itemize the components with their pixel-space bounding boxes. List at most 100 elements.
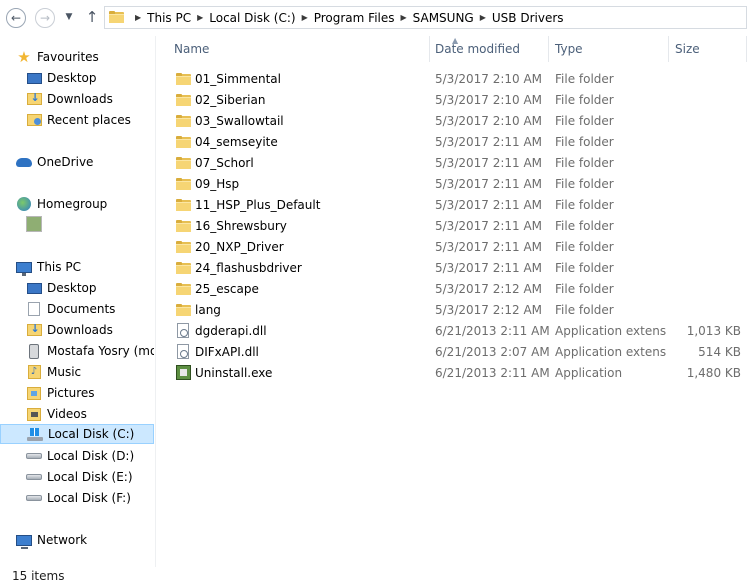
file-type: File folder bbox=[555, 302, 614, 317]
address-bar[interactable]: ▶ This PC ▶ Local Disk (C:) ▶ Program Fi… bbox=[104, 6, 747, 29]
file-name-cell[interactable]: DIFxAPI.dll bbox=[175, 341, 430, 362]
file-name-cell[interactable]: 25_escape bbox=[175, 278, 430, 299]
breadcrumb-this-pc[interactable]: This PC bbox=[147, 11, 191, 25]
chevron-down-icon: ▼ bbox=[65, 12, 73, 22]
nav-label: Favourites bbox=[37, 50, 99, 64]
column-header-size[interactable]: Size bbox=[658, 36, 738, 62]
nav-this-pc-pictures[interactable]: Pictures bbox=[26, 383, 95, 403]
file-row[interactable]: 20_NXP_Driver 5/3/2017 2:11 AM File folder bbox=[157, 236, 749, 257]
nav-homegroup[interactable]: Homegroup bbox=[16, 194, 107, 214]
nav-this-pc-videos[interactable]: Videos bbox=[26, 404, 87, 424]
file-name-cell[interactable]: 24_flashusbdriver bbox=[175, 257, 430, 278]
breadcrumb-samsung[interactable]: SAMSUNG bbox=[413, 11, 474, 25]
nav-this-pc[interactable]: This PC bbox=[16, 257, 81, 277]
nav-label: Network bbox=[37, 533, 88, 547]
nav-label: Local Disk (F:) bbox=[47, 491, 131, 505]
breadcrumb-separator-icon[interactable]: ▶ bbox=[302, 13, 308, 22]
file-row[interactable]: DIFxAPI.dll 6/21/2013 2:07 AM Application … bbox=[157, 341, 749, 362]
file-name: 16_Shrewsbury bbox=[195, 218, 287, 233]
file-row[interactable]: 04_semseyite 5/3/2017 2:11 AM File folder bbox=[157, 131, 749, 152]
breadcrumb-separator-icon[interactable]: ▶ bbox=[135, 13, 141, 22]
nav-homegroup-user[interactable] bbox=[26, 214, 47, 234]
column-divider[interactable] bbox=[746, 36, 747, 62]
column-header-name[interactable]: Name bbox=[157, 36, 429, 62]
nav-favourites-recent-places[interactable]: Recent places bbox=[26, 110, 131, 130]
up-button[interactable]: ↑ bbox=[84, 7, 100, 27]
breadcrumb-local-disk-c[interactable]: Local Disk (C:) bbox=[209, 11, 295, 25]
file-row[interactable]: 09_Hsp 5/3/2017 2:11 AM File folder bbox=[157, 173, 749, 194]
file-row[interactable]: 07_Schorl 5/3/2017 2:11 AM File folder bbox=[157, 152, 749, 173]
file-name-cell[interactable]: 04_semseyite bbox=[175, 131, 430, 152]
file-size bbox=[669, 194, 741, 215]
file-name-cell[interactable]: 16_Shrewsbury bbox=[175, 215, 430, 236]
nav-this-pc-local-disk-f[interactable]: Local Disk (F:) bbox=[26, 488, 131, 508]
nav-favourites-desktop[interactable]: Desktop bbox=[26, 68, 97, 88]
file-size bbox=[669, 131, 741, 152]
file-name-cell[interactable]: 20_NXP_Driver bbox=[175, 236, 430, 257]
nav-label: Downloads bbox=[47, 92, 113, 106]
file-row[interactable]: 11_HSP_Plus_Default 5/3/2017 2:11 AM File … bbox=[157, 194, 749, 215]
file-name-cell[interactable]: 02_Siberian bbox=[175, 89, 430, 110]
breadcrumb-separator-icon[interactable]: ▶ bbox=[197, 13, 203, 22]
file-name-cell[interactable]: 03_Swallowtail bbox=[175, 110, 430, 131]
file-row[interactable]: 02_Siberian 5/3/2017 2:10 AM File folder bbox=[157, 89, 749, 110]
file-date: 5/3/2017 2:11 AM bbox=[435, 197, 543, 212]
file-row[interactable]: Uninstall.exe 6/21/2013 2:11 AM Applicatio… bbox=[157, 362, 749, 383]
nav-network[interactable]: Network bbox=[16, 530, 87, 550]
forward-button[interactable]: → bbox=[35, 8, 55, 28]
column-header-date[interactable]: Date modified bbox=[418, 36, 548, 62]
file-row[interactable]: 03_Swallowtail 5/3/2017 2:10 AM File folde… bbox=[157, 110, 749, 131]
desktop-icon bbox=[26, 280, 42, 296]
file-row[interactable]: 16_Shrewsbury 5/3/2017 2:11 AM File folder bbox=[157, 215, 749, 236]
column-header-label: Name bbox=[174, 42, 210, 56]
file-size bbox=[669, 257, 741, 278]
column-header-type[interactable]: Type bbox=[538, 36, 668, 62]
file-name-cell[interactable]: 09_Hsp bbox=[175, 173, 430, 194]
file-row[interactable]: 25_escape 5/3/2017 2:12 AM File folder bbox=[157, 278, 749, 299]
computer-icon bbox=[16, 259, 32, 276]
nav-this-pc-local-disk-e[interactable]: Local Disk (E:) bbox=[26, 467, 133, 487]
breadcrumb-separator-icon[interactable]: ▶ bbox=[401, 13, 407, 22]
folder-icon bbox=[175, 92, 191, 108]
file-size bbox=[669, 299, 741, 320]
file-row[interactable]: 24_flashusbdriver 5/3/2017 2:11 AM File fo… bbox=[157, 257, 749, 278]
breadcrumb-separator-icon[interactable]: ▶ bbox=[480, 13, 486, 22]
file-row[interactable]: 01_Simmental 5/3/2017 2:10 AM File folder bbox=[157, 68, 749, 89]
nav-this-pc-music[interactable]: ♪ Music bbox=[26, 362, 81, 382]
file-type: File folder bbox=[555, 218, 614, 233]
file-size bbox=[669, 68, 741, 89]
file-size bbox=[669, 173, 741, 194]
file-name-cell[interactable]: Uninstall.exe bbox=[175, 362, 430, 383]
breadcrumb-usb-drivers[interactable]: USB Drivers bbox=[492, 11, 564, 25]
nav-this-pc-local-disk-d[interactable]: Local Disk (D:) bbox=[26, 446, 134, 466]
nav-favourites-downloads[interactable]: Downloads bbox=[26, 89, 113, 109]
cloud-icon bbox=[16, 154, 32, 170]
phone-icon bbox=[26, 343, 42, 359]
file-type: Application extens... bbox=[555, 323, 667, 338]
file-name-cell[interactable]: 01_Simmental bbox=[175, 68, 430, 89]
file-type: File folder bbox=[555, 71, 614, 86]
nav-this-pc-local-disk-c[interactable]: Local Disk (C:) bbox=[0, 424, 154, 444]
file-row[interactable]: lang 5/3/2017 2:12 AM File folder bbox=[157, 299, 749, 320]
file-name-cell[interactable]: lang bbox=[175, 299, 430, 320]
file-name-cell[interactable]: dgderapi.dll bbox=[175, 320, 430, 341]
nav-this-pc-downloads[interactable]: Downloads bbox=[26, 320, 113, 340]
nav-this-pc-desktop[interactable]: Desktop bbox=[26, 278, 97, 298]
music-icon: ♪ bbox=[26, 364, 42, 380]
breadcrumb-program-files[interactable]: Program Files bbox=[314, 11, 395, 25]
nav-this-pc-phone[interactable]: Mostafa Yosry (mos bbox=[26, 341, 154, 361]
nav-favourites[interactable]: ★ Favourites bbox=[16, 47, 99, 67]
file-name-cell[interactable]: 07_Schorl bbox=[175, 152, 430, 173]
file-name-cell[interactable]: 11_HSP_Plus_Default bbox=[175, 194, 430, 215]
folder-icon bbox=[175, 155, 191, 171]
user-avatar-icon bbox=[26, 216, 42, 232]
folder-icon bbox=[175, 134, 191, 150]
file-row[interactable]: dgderapi.dll 6/21/2013 2:11 AM Application… bbox=[157, 320, 749, 341]
file-name: lang bbox=[195, 302, 221, 317]
nav-this-pc-documents[interactable]: Documents bbox=[26, 299, 115, 319]
back-button[interactable]: ← bbox=[6, 8, 26, 28]
nav-onedrive[interactable]: OneDrive bbox=[16, 152, 93, 172]
recent-locations-button[interactable]: ▼ bbox=[63, 11, 75, 23]
file-type: File folder bbox=[555, 260, 614, 275]
file-name: 03_Swallowtail bbox=[195, 113, 284, 128]
